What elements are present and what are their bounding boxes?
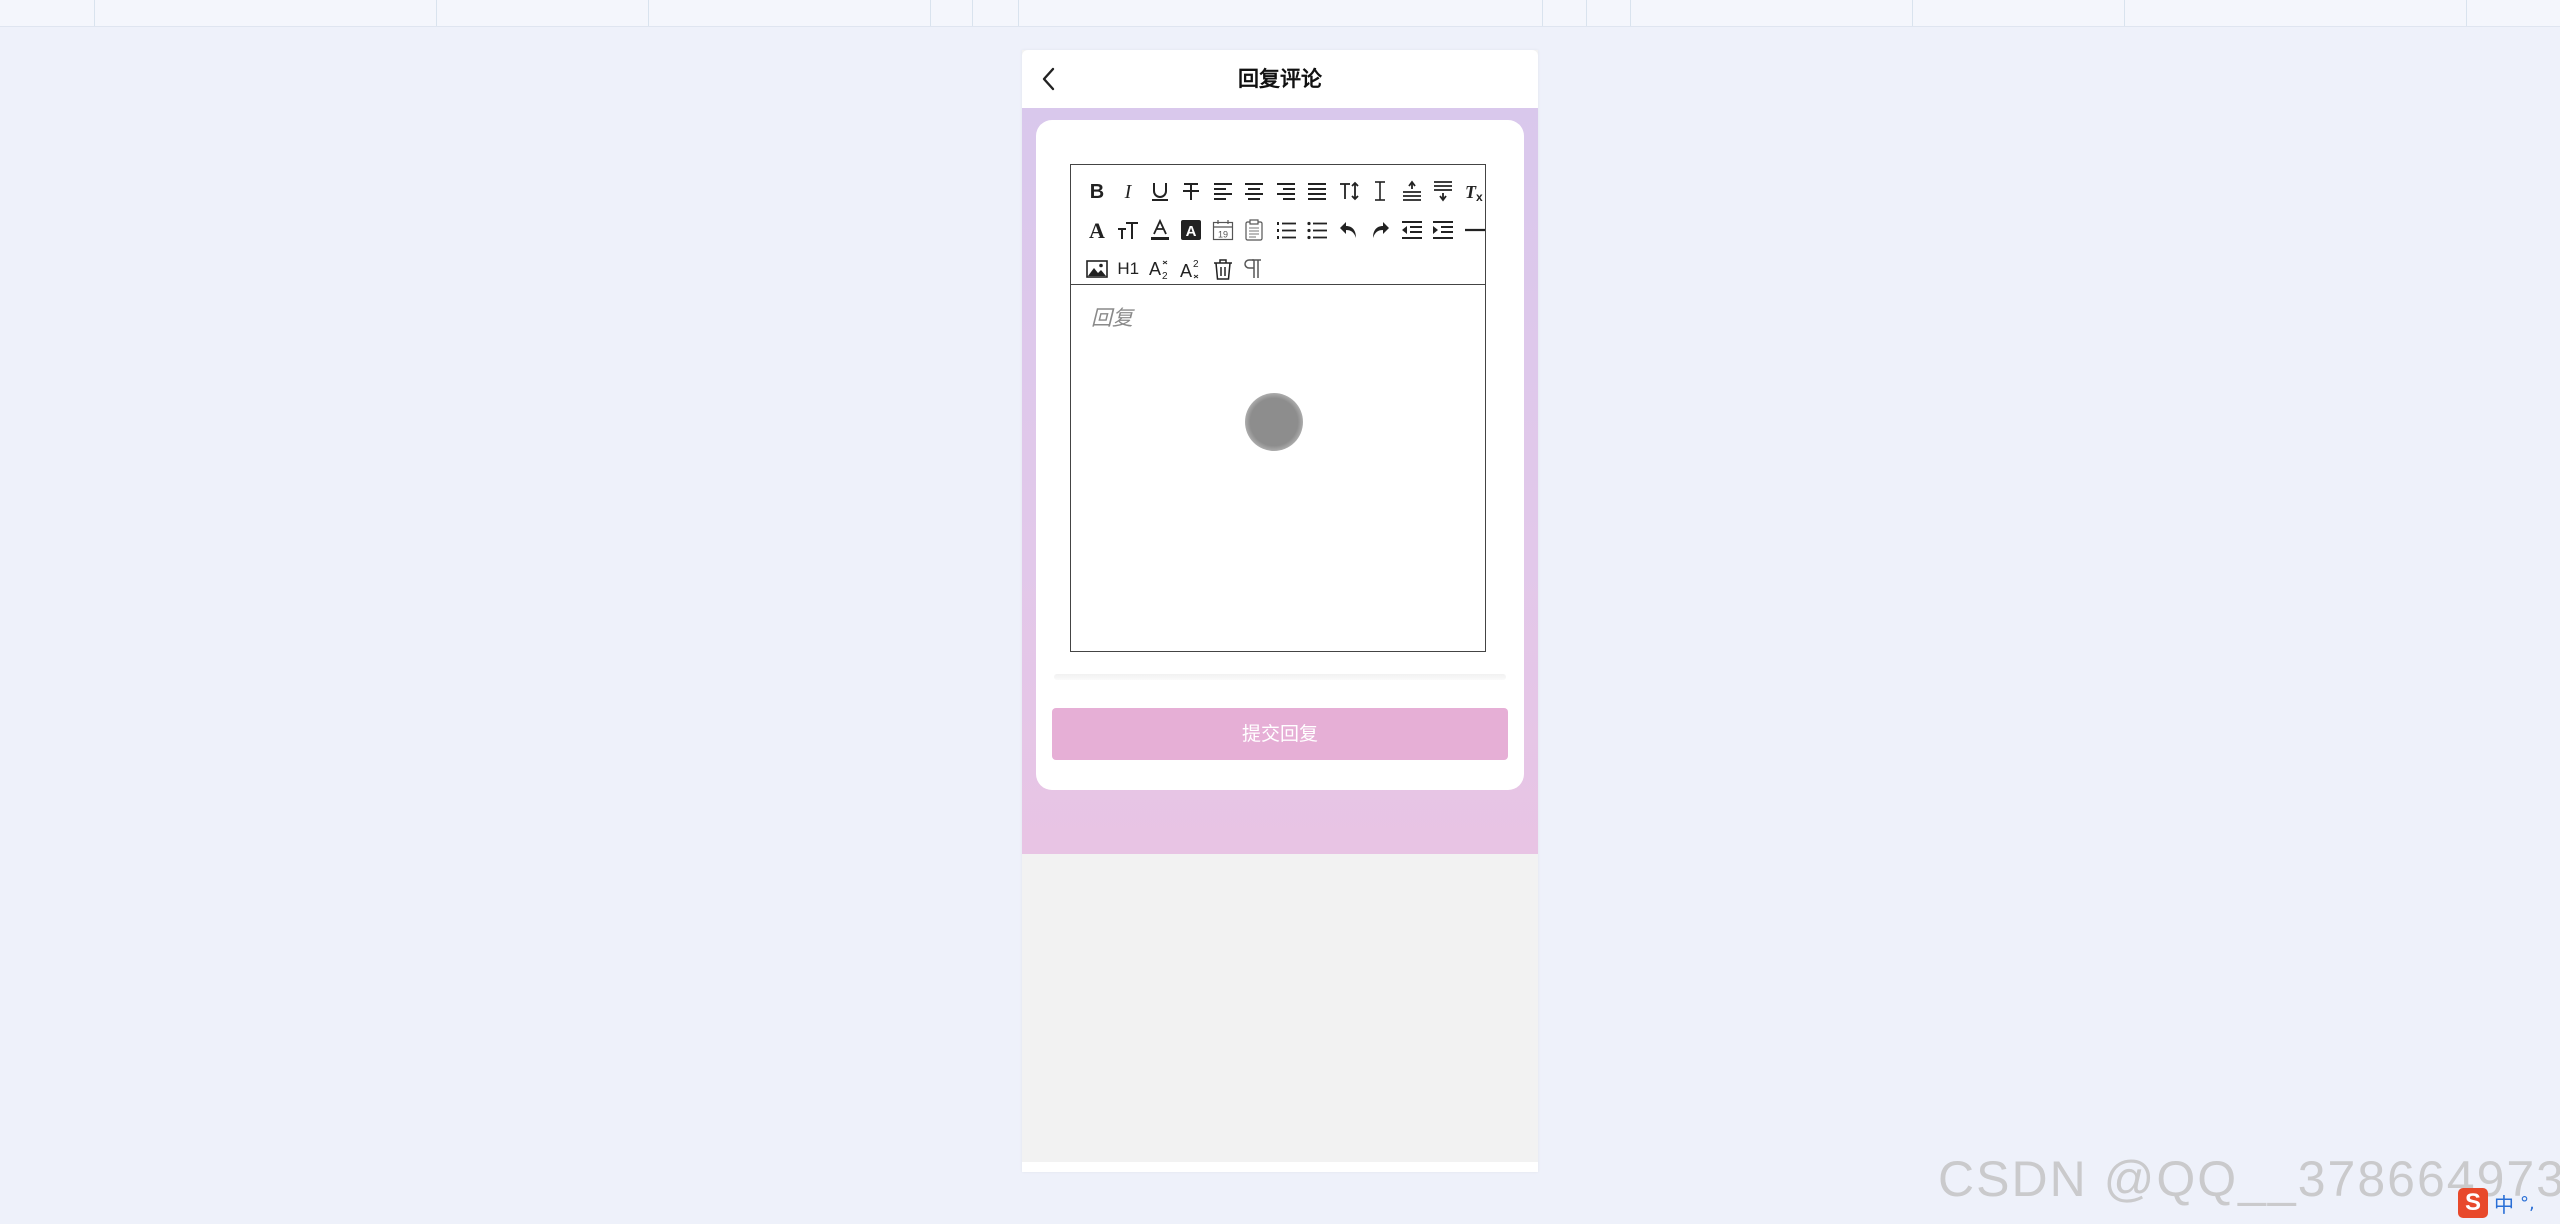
italic-button[interactable]: I [1113, 176, 1145, 206]
rich-text-editor: B I Tx A A 19 H1 A 2 A 2 回复 [1070, 164, 1486, 652]
align-right-button[interactable] [1270, 176, 1302, 206]
ime-status-bar: S 中 °, [2458, 1186, 2554, 1220]
background-color-icon: A [1181, 220, 1202, 240]
ime-punctuation-indicator[interactable]: °, [2520, 1193, 2535, 1214]
bold-button[interactable]: B [1081, 176, 1113, 206]
align-justify-button[interactable] [1302, 176, 1334, 206]
top-strip [0, 0, 2560, 27]
content-band: B I Tx A A 19 H1 A 2 A 2 回复 提交回复 [1022, 108, 1538, 854]
undo-icon [1339, 222, 1356, 238]
toolbar-row-3: H1 A2 A2 [1081, 253, 1270, 285]
align-left-icon [1213, 183, 1232, 200]
phone-frame: 回复评论 B I T x A A 19 H1 A 2 A 2 回复 提交回复 [1022, 50, 1538, 1172]
editor-placeholder: 回复 [1091, 306, 1133, 330]
svg-text:A: A [1089, 219, 1105, 241]
font-color-button[interactable] [1144, 215, 1176, 245]
line-height-button[interactable] [1365, 176, 1397, 206]
paragraph-spacing-after-button[interactable] [1428, 176, 1460, 206]
heading-label: H1 [1117, 259, 1140, 278]
redo-button[interactable] [1365, 215, 1397, 245]
toolbar-row-2: A A 19 [1081, 214, 1491, 246]
align-center-button[interactable] [1239, 176, 1271, 206]
unordered-list-icon [1307, 221, 1328, 240]
bold-icon: B [1090, 181, 1104, 202]
spacing-after-icon [1434, 181, 1453, 202]
font-color-icon [1150, 219, 1169, 240]
align-justify-icon [1308, 183, 1327, 200]
paragraph-mark-button[interactable] [1239, 254, 1271, 284]
ime-mode-indicator[interactable]: 中 [2494, 1189, 2514, 1218]
text-direction-button[interactable] [1333, 176, 1365, 206]
svg-text:19: 19 [1218, 230, 1228, 240]
svg-text:x: x [1476, 190, 1483, 202]
divider [1054, 674, 1506, 680]
superscript-icon: A2 [1180, 259, 1199, 280]
ordered-list-button[interactable] [1270, 215, 1302, 245]
strikethrough-button[interactable] [1176, 176, 1208, 206]
insert-image-button[interactable] [1081, 254, 1113, 284]
font-family-icon: A [1089, 219, 1105, 241]
clear-format-icon: Tx [1465, 182, 1483, 202]
ordered-list-icon [1276, 222, 1296, 239]
subscript-button[interactable]: A2 [1144, 254, 1176, 284]
sogou-ime-logo[interactable]: S [2458, 1188, 2488, 1218]
svg-text:B: B [1090, 181, 1104, 202]
clear-format-button[interactable]: Tx [1459, 176, 1491, 206]
svg-text:A: A [1149, 259, 1161, 279]
align-left-button[interactable] [1207, 176, 1239, 206]
underline-button[interactable] [1144, 176, 1176, 206]
background-color-button[interactable]: A [1176, 215, 1208, 245]
paragraph-spacing-before-button[interactable] [1396, 176, 1428, 206]
paste-as-text-button[interactable] [1239, 215, 1271, 245]
text-direction-icon [1339, 181, 1359, 201]
heading-button[interactable]: H1 [1113, 254, 1145, 284]
calendar-icon: 19 [1212, 220, 1233, 241]
svg-text:I: I [1124, 181, 1133, 202]
outdent-button[interactable] [1396, 215, 1428, 245]
font-size-icon [1118, 222, 1139, 239]
svg-text:A: A [1180, 261, 1192, 280]
font-family-button[interactable]: A [1081, 215, 1113, 245]
pilcrow-icon [1244, 259, 1262, 278]
editor-toolbar: B I Tx A A 19 H1 A 2 A 2 [1071, 165, 1485, 285]
horizontal-rule-icon [1464, 228, 1485, 232]
indent-icon [1433, 221, 1454, 239]
clipboard-icon [1245, 219, 1263, 241]
unordered-list-button[interactable] [1302, 215, 1334, 245]
outdent-icon [1401, 221, 1422, 239]
indent-button[interactable] [1428, 215, 1460, 245]
toolbar-row-1: B I Tx [1081, 175, 1491, 207]
line-height-icon [1375, 181, 1386, 201]
svg-text:A: A [1186, 223, 1197, 240]
superscript-button[interactable]: A2 [1176, 254, 1208, 284]
phone-bottom-edge [1022, 1162, 1538, 1172]
image-icon [1085, 260, 1108, 278]
horizontal-rule-button[interactable] [1459, 215, 1491, 245]
svg-text:2: 2 [1162, 271, 1168, 280]
subscript-icon: A2 [1149, 259, 1168, 280]
redo-icon [1373, 222, 1390, 238]
delete-button[interactable] [1207, 254, 1239, 284]
page-title: 回复评论 [1238, 67, 1322, 91]
spacing-before-icon [1402, 180, 1421, 201]
italic-icon: I [1124, 181, 1133, 202]
svg-text:2: 2 [1193, 259, 1199, 270]
reply-card: B I Tx A A 19 H1 A 2 A 2 回复 提交回复 [1036, 120, 1524, 790]
editor-content[interactable]: 回复 [1071, 285, 1485, 651]
nav-bar: 回复评论 [1022, 50, 1538, 108]
strikethrough-icon [1183, 183, 1200, 200]
underline-icon [1151, 183, 1168, 201]
font-size-button[interactable] [1113, 215, 1145, 245]
submit-reply-button[interactable]: 提交回复 [1052, 708, 1508, 760]
undo-button[interactable] [1333, 215, 1365, 245]
align-right-icon [1276, 183, 1295, 200]
insert-date-button[interactable]: 19 [1207, 215, 1239, 245]
align-center-icon [1245, 183, 1264, 200]
trash-icon [1213, 259, 1232, 280]
touch-cursor-indicator [1245, 393, 1303, 451]
